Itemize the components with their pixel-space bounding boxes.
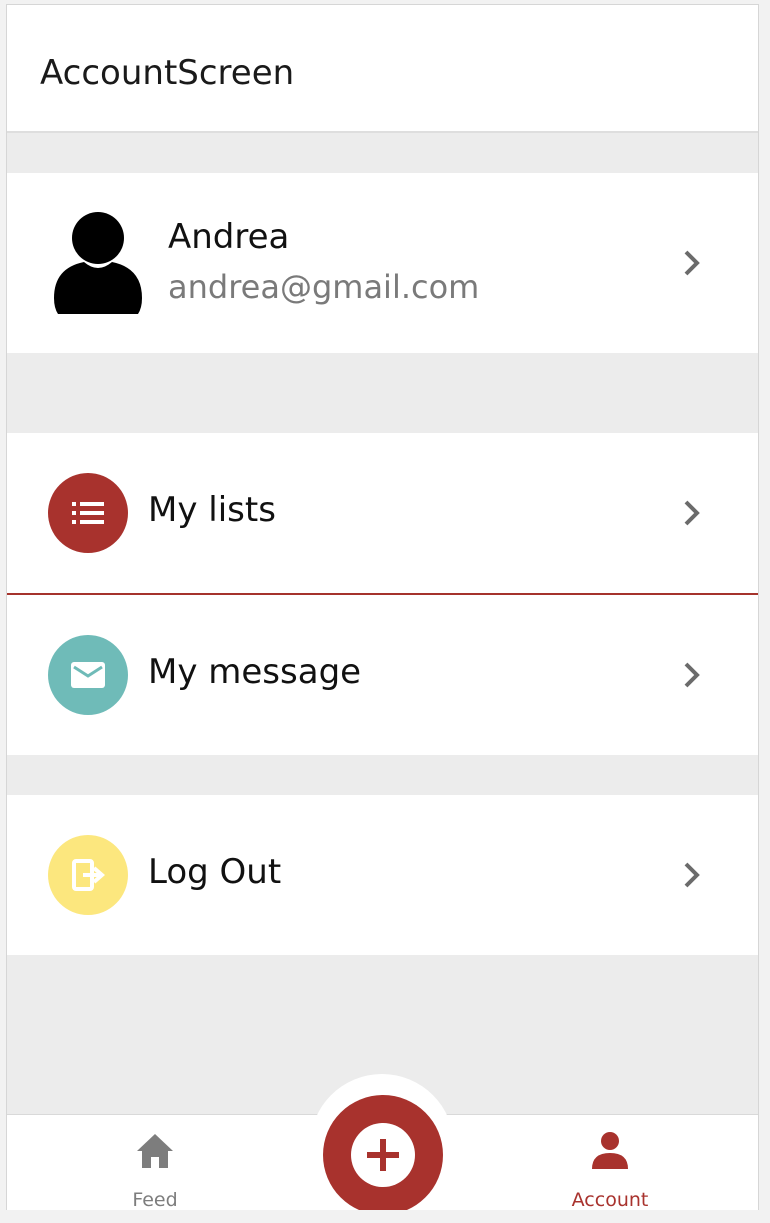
user-avatar-icon	[54, 212, 142, 314]
chevron-right-icon	[684, 662, 700, 688]
tab-account[interactable]: Account	[535, 1115, 685, 1210]
profile-name: Andrea	[168, 217, 290, 257]
add-button[interactable]	[323, 1095, 443, 1210]
list-icon	[48, 473, 128, 553]
logout-icon	[48, 835, 128, 915]
chevron-right-icon	[684, 862, 700, 888]
person-icon	[592, 1132, 628, 1169]
app-screen: AccountScreen Andrea andrea@gmail.com My…	[6, 4, 759, 1210]
menu-item-my-lists[interactable]: My lists	[7, 433, 758, 593]
chevron-right-icon	[684, 250, 700, 276]
tab-feed[interactable]: Feed	[80, 1115, 230, 1210]
header-bar: AccountScreen	[7, 4, 758, 133]
chevron-right-icon	[684, 500, 700, 526]
mail-icon	[48, 635, 128, 715]
menu-item-my-message[interactable]: My message	[7, 595, 758, 755]
menu-item-log-out[interactable]: Log Out	[7, 795, 758, 955]
menu-item-label: My lists	[148, 490, 276, 530]
tab-feed-label: Feed	[132, 1189, 178, 1210]
plus-icon	[351, 1123, 415, 1187]
menu-item-label: My message	[148, 652, 362, 692]
home-icon	[137, 1134, 173, 1168]
profile-card[interactable]: Andrea andrea@gmail.com	[7, 173, 758, 353]
menu-item-label: Log Out	[148, 852, 282, 892]
tab-account-label: Account	[571, 1189, 649, 1210]
profile-email: andrea@gmail.com	[168, 268, 480, 306]
page-title: AccountScreen	[40, 53, 295, 93]
